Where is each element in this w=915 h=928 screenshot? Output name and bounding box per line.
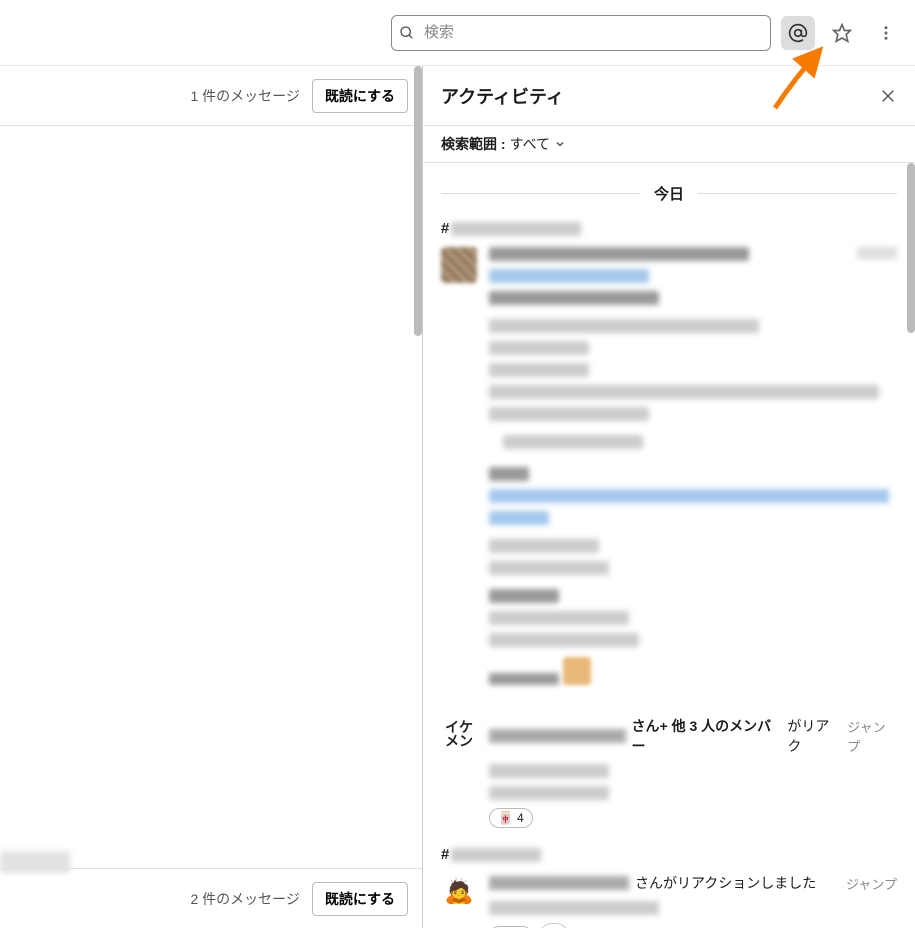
mark-read-button[interactable]: 既読にする [312,882,408,916]
redacted-text [489,589,559,603]
message-count: 1 件のメッセージ [190,86,299,106]
redacted-text [489,291,659,305]
redacted-text [489,385,879,399]
reaction-count: 4 [517,811,524,825]
redacted-text [451,848,541,862]
chevron-down-icon [554,138,566,150]
reaction-emoji: 🀄 [498,811,513,825]
close-button[interactable] [879,87,897,105]
filter-value: すべて [510,134,550,154]
filter-dropdown[interactable]: 検索範囲 : すべて [423,126,915,163]
jump-link[interactable]: ジャンプ [846,874,897,893]
redacted-text [489,269,649,283]
redacted-text [489,363,589,377]
channel-name[interactable]: # [441,220,897,237]
redacted-text [489,633,639,647]
avatar: 🙇 [441,873,477,909]
avatar [441,247,477,283]
activity-item[interactable] [441,247,897,698]
redacted-text [489,319,759,333]
redacted-text [489,247,749,261]
star-button[interactable] [825,16,859,50]
redacted-text [489,511,549,525]
redacted-text [489,489,889,503]
redacted-emoji [563,657,591,685]
redacted-text [451,222,581,236]
mark-read-button[interactable]: 既読にする [312,79,408,113]
redacted-text [489,673,559,685]
activity-pane: アクティビティ 検索範囲 : すべて 今日 # [423,66,915,928]
add-reaction-button[interactable] [539,923,569,928]
scrollbar[interactable] [414,66,422,336]
left-pane: 1 件のメッセージ 既読にする 2 件のメッセージ 既読にする [0,66,423,928]
more-button[interactable] [869,16,903,50]
search-icon [399,25,415,41]
day-divider: 今日 [441,183,897,204]
search-input[interactable] [391,15,771,51]
redacted-text [857,247,897,259]
redacted-item [0,851,70,873]
redacted-text [489,561,609,575]
redacted-text [503,435,643,449]
redacted-text [489,539,599,553]
activity-item[interactable]: 🙇 さんがリアクションしました ジャンプ 🙇 1 [441,873,897,928]
star-icon [832,23,852,43]
more-vertical-icon [877,24,895,42]
redacted-text [489,764,609,778]
jump-link[interactable]: ジャンプ [847,717,897,755]
filter-label: 検索範囲 : [441,134,506,154]
redacted-text [489,341,589,355]
redacted-text [489,786,609,800]
mentions-button[interactable] [781,16,815,50]
channel-name[interactable]: # [441,846,897,863]
activity-item[interactable]: イケメン さん+ 他 3 人のメンバー がリアク ジャンプ 🀄 4 [441,716,897,828]
redacted-text [489,611,629,625]
message-count: 2 件のメッセージ [190,889,299,909]
scrollbar[interactable] [907,163,915,333]
reaction-pill[interactable]: 🀄 4 [489,808,533,828]
panel-title: アクティビティ [441,83,564,109]
redacted-text [489,901,659,915]
at-icon [788,23,808,43]
redacted-text [489,729,626,743]
avatar: イケメン [441,716,477,752]
redacted-text [489,467,529,481]
redacted-text [489,407,649,421]
redacted-text [489,876,629,890]
